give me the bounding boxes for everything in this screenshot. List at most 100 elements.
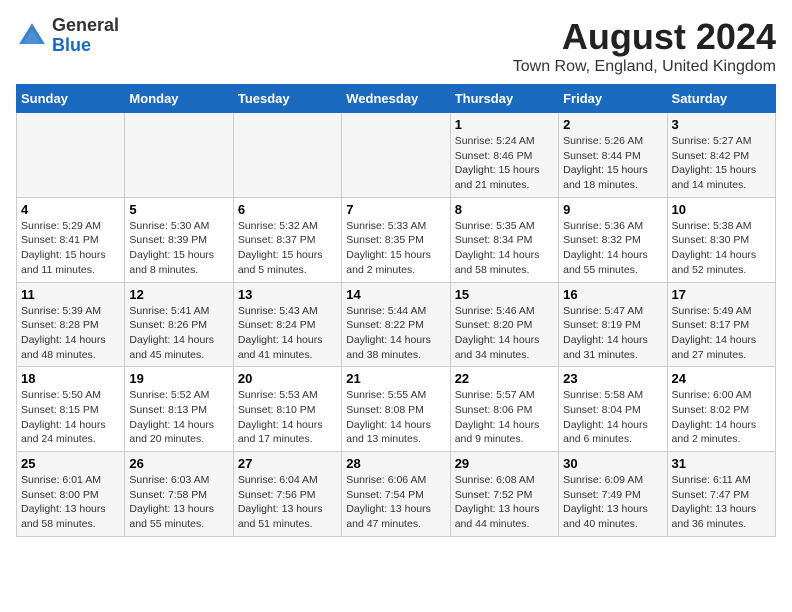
day-info: Sunrise: 5:41 AM Sunset: 8:26 PM Dayligh… — [129, 304, 228, 363]
day-number: 5 — [129, 202, 228, 217]
day-info: Sunrise: 5:36 AM Sunset: 8:32 PM Dayligh… — [563, 219, 662, 278]
day-number: 2 — [563, 117, 662, 132]
calendar-cell: 3Sunrise: 5:27 AM Sunset: 8:42 PM Daylig… — [667, 113, 775, 198]
day-info: Sunrise: 5:39 AM Sunset: 8:28 PM Dayligh… — [21, 304, 120, 363]
calendar-cell: 19 Sunrise: 5:52 AM Sunset: 8:13 PM Dayli… — [125, 367, 233, 452]
calendar-row-3: 11 Sunrise: 5:39 AM Sunset: 8:28 PM Dayli… — [17, 282, 776, 367]
day-number: 13 — [238, 287, 337, 302]
calendar-cell: 10 Sunrise: 5:38 AM Sunset: 8:30 PM Dayli… — [667, 197, 775, 282]
day-number: 7 — [346, 202, 445, 217]
day-info: Sunrise: 5:44 AM Sunset: 8:22 PM Dayligh… — [346, 304, 445, 363]
calendar-cell — [342, 113, 450, 198]
month-year-title: August 2024 — [513, 16, 776, 58]
col-wednesday: Wednesday — [342, 85, 450, 113]
day-info: Sunrise: 6:00 AM Sunset: 8:02 PM Dayligh… — [672, 388, 771, 447]
day-number: 16 — [563, 287, 662, 302]
calendar-cell: 18 Sunrise: 5:50 AM Sunset: 8:15 PM Dayli… — [17, 367, 125, 452]
day-number: 27 — [238, 456, 337, 471]
calendar-cell: 28Sunrise: 6:06 AM Sunset: 7:54 PM Dayli… — [342, 452, 450, 537]
calendar-cell: 8Sunrise: 5:35 AM Sunset: 8:34 PM Daylig… — [450, 197, 558, 282]
calendar-cell: 6Sunrise: 5:32 AM Sunset: 8:37 PM Daylig… — [233, 197, 341, 282]
day-info: Sunrise: 5:30 AM Sunset: 8:39 PM Dayligh… — [129, 219, 228, 278]
calendar-row-4: 18 Sunrise: 5:50 AM Sunset: 8:15 PM Dayli… — [17, 367, 776, 452]
day-info: Sunrise: 5:32 AM Sunset: 8:37 PM Dayligh… — [238, 219, 337, 278]
day-info: Sunrise: 5:53 AM Sunset: 8:10 PM Dayligh… — [238, 388, 337, 447]
calendar-cell: 25 Sunrise: 6:01 AM Sunset: 8:00 PM Dayli… — [17, 452, 125, 537]
day-number: 15 — [455, 287, 554, 302]
day-info: Sunrise: 6:04 AM Sunset: 7:56 PM Dayligh… — [238, 473, 337, 532]
day-number: 11 — [21, 287, 120, 302]
day-number: 18 — [21, 371, 120, 386]
day-number: 1 — [455, 117, 554, 132]
calendar-cell: 15 Sunrise: 5:46 AM Sunset: 8:20 PM Dayli… — [450, 282, 558, 367]
day-number: 25 — [21, 456, 120, 471]
day-number: 3 — [672, 117, 771, 132]
calendar-header: Sunday Monday Tuesday Wednesday Thursday… — [17, 85, 776, 113]
calendar-table: Sunday Monday Tuesday Wednesday Thursday… — [16, 84, 776, 537]
calendar-cell: 21 Sunrise: 5:55 AM Sunset: 8:08 PM Dayli… — [342, 367, 450, 452]
day-info: Sunrise: 5:58 AM Sunset: 8:04 PM Dayligh… — [563, 388, 662, 447]
calendar-row-1: 1 Sunrise: 5:24 AM Sunset: 8:46 PM Daylig… — [17, 113, 776, 198]
calendar-cell: 29 Sunrise: 6:08 AM Sunset: 7:52 PM Dayli… — [450, 452, 558, 537]
calendar-body: 1 Sunrise: 5:24 AM Sunset: 8:46 PM Daylig… — [17, 113, 776, 537]
day-info: Sunrise: 5:26 AM Sunset: 8:44 PM Dayligh… — [563, 134, 662, 193]
day-number: 26 — [129, 456, 228, 471]
day-number: 10 — [672, 202, 771, 217]
calendar-row-5: 25 Sunrise: 6:01 AM Sunset: 8:00 PM Dayli… — [17, 452, 776, 537]
day-info: Sunrise: 5:46 AM Sunset: 8:20 PM Dayligh… — [455, 304, 554, 363]
day-number: 17 — [672, 287, 771, 302]
day-info: Sunrise: 5:50 AM Sunset: 8:15 PM Dayligh… — [21, 388, 120, 447]
day-info: Sunrise: 5:52 AM Sunset: 8:13 PM Dayligh… — [129, 388, 228, 447]
calendar-cell: 9 Sunrise: 5:36 AM Sunset: 8:32 PM Daylig… — [559, 197, 667, 282]
calendar-cell: 24 Sunrise: 6:00 AM Sunset: 8:02 PM Dayli… — [667, 367, 775, 452]
logo-text: General Blue — [52, 16, 119, 56]
day-number: 4 — [21, 202, 120, 217]
day-info: Sunrise: 5:38 AM Sunset: 8:30 PM Dayligh… — [672, 219, 771, 278]
day-number: 19 — [129, 371, 228, 386]
calendar-cell: 26Sunrise: 6:03 AM Sunset: 7:58 PM Dayli… — [125, 452, 233, 537]
day-number: 30 — [563, 456, 662, 471]
logo-blue-label: Blue — [52, 36, 119, 56]
calendar-cell: 7 Sunrise: 5:33 AM Sunset: 8:35 PM Daylig… — [342, 197, 450, 282]
day-info: Sunrise: 5:55 AM Sunset: 8:08 PM Dayligh… — [346, 388, 445, 447]
calendar-cell: 27 Sunrise: 6:04 AM Sunset: 7:56 PM Dayli… — [233, 452, 341, 537]
day-info: Sunrise: 5:43 AM Sunset: 8:24 PM Dayligh… — [238, 304, 337, 363]
calendar-cell — [17, 113, 125, 198]
day-info: Sunrise: 6:08 AM Sunset: 7:52 PM Dayligh… — [455, 473, 554, 532]
day-info: Sunrise: 5:33 AM Sunset: 8:35 PM Dayligh… — [346, 219, 445, 278]
calendar-cell: 5 Sunrise: 5:30 AM Sunset: 8:39 PM Daylig… — [125, 197, 233, 282]
calendar-cell: 11 Sunrise: 5:39 AM Sunset: 8:28 PM Dayli… — [17, 282, 125, 367]
day-info: Sunrise: 5:49 AM Sunset: 8:17 PM Dayligh… — [672, 304, 771, 363]
title-area: August 2024 Town Row, England, United Ki… — [513, 16, 776, 76]
day-number: 29 — [455, 456, 554, 471]
col-tuesday: Tuesday — [233, 85, 341, 113]
col-saturday: Saturday — [667, 85, 775, 113]
calendar-cell: 20 Sunrise: 5:53 AM Sunset: 8:10 PM Dayli… — [233, 367, 341, 452]
calendar-cell: 12 Sunrise: 5:41 AM Sunset: 8:26 PM Dayli… — [125, 282, 233, 367]
day-number: 12 — [129, 287, 228, 302]
location-subtitle: Town Row, England, United Kingdom — [513, 58, 776, 76]
logo: General Blue — [16, 16, 119, 56]
day-number: 22 — [455, 371, 554, 386]
calendar-cell: 4Sunrise: 5:29 AM Sunset: 8:41 PM Daylig… — [17, 197, 125, 282]
day-info: Sunrise: 6:01 AM Sunset: 8:00 PM Dayligh… — [21, 473, 120, 532]
calendar-cell: 13 Sunrise: 5:43 AM Sunset: 8:24 PM Dayli… — [233, 282, 341, 367]
day-number: 21 — [346, 371, 445, 386]
day-info: Sunrise: 5:35 AM Sunset: 8:34 PM Dayligh… — [455, 219, 554, 278]
page-header: General Blue August 2024 Town Row, Engla… — [16, 16, 776, 76]
calendar-cell: 1 Sunrise: 5:24 AM Sunset: 8:46 PM Daylig… — [450, 113, 558, 198]
day-info: Sunrise: 6:09 AM Sunset: 7:49 PM Dayligh… — [563, 473, 662, 532]
day-number: 24 — [672, 371, 771, 386]
calendar-cell: 16Sunrise: 5:47 AM Sunset: 8:19 PM Dayli… — [559, 282, 667, 367]
day-info: Sunrise: 5:57 AM Sunset: 8:06 PM Dayligh… — [455, 388, 554, 447]
col-monday: Monday — [125, 85, 233, 113]
day-info: Sunrise: 6:11 AM Sunset: 7:47 PM Dayligh… — [672, 473, 771, 532]
calendar-cell: 22 Sunrise: 5:57 AM Sunset: 8:06 PM Dayli… — [450, 367, 558, 452]
day-info: Sunrise: 5:24 AM Sunset: 8:46 PM Dayligh… — [455, 134, 554, 193]
day-number: 20 — [238, 371, 337, 386]
day-number: 9 — [563, 202, 662, 217]
calendar-cell: 30 Sunrise: 6:09 AM Sunset: 7:49 PM Dayli… — [559, 452, 667, 537]
col-thursday: Thursday — [450, 85, 558, 113]
logo-icon — [16, 20, 48, 52]
day-info: Sunrise: 6:06 AM Sunset: 7:54 PM Dayligh… — [346, 473, 445, 532]
